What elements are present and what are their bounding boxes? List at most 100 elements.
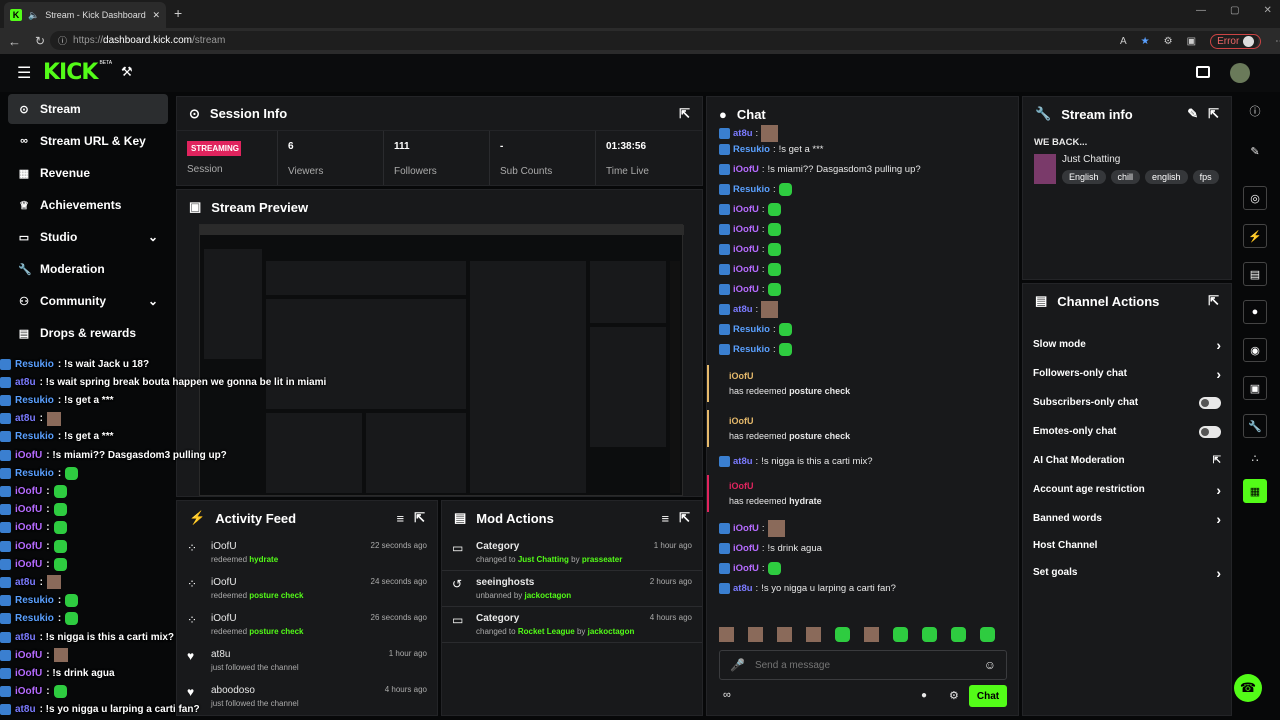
emote-picker-icon[interactable] [980, 627, 995, 642]
rail-clipboard-icon[interactable]: ▤ [1243, 262, 1267, 286]
chat-username[interactable]: Resukio [733, 344, 770, 355]
stream-preview-video[interactable] [199, 224, 684, 496]
emote-picker-icon[interactable] [748, 627, 763, 642]
chat-username[interactable]: at8u [733, 304, 753, 315]
minimize-icon[interactable]: — [1196, 5, 1206, 16]
emote-picker-icon[interactable] [719, 627, 734, 642]
activity-item[interactable]: ♥ at8u 1 hour ago just followed the channel [177, 643, 437, 679]
menu-icon[interactable]: ☰ [17, 63, 31, 83]
stream-tag[interactable]: english [1145, 170, 1188, 184]
external-link-icon[interactable]: ⇱ [1213, 455, 1221, 466]
read-aloud-icon[interactable]: A [1120, 36, 1127, 47]
sidebar-item-revenue[interactable]: ▦ Revenue [8, 158, 168, 188]
channel-action-emotes-only-chat[interactable]: Emotes-only chat [1023, 417, 1231, 446]
channel-action-banned-words[interactable]: Banned words › [1023, 504, 1231, 533]
mod-action-moderator[interactable]: prasseater [582, 555, 622, 564]
chat-username[interactable]: iOofU [733, 523, 759, 534]
chat-username[interactable]: iOofU [733, 563, 759, 574]
chat-username[interactable]: Resukio [733, 144, 770, 155]
channel-action-subscribers-only-chat[interactable]: Subscribers-only chat [1023, 388, 1231, 417]
activity-user[interactable]: iOofU [211, 541, 237, 552]
more-menu-icon[interactable]: ⋯ [1275, 36, 1280, 47]
profile-error-button[interactable]: Error [1210, 34, 1262, 49]
stream-tag[interactable]: chill [1110, 170, 1141, 184]
mod-action-item[interactable]: ↺ seeinghosts 2 hours ago unbanned by jacko… [442, 571, 702, 607]
stream-tag[interactable]: fps [1192, 170, 1219, 184]
chevron-down-icon[interactable]: ⌄ [148, 294, 158, 308]
tools-icon[interactable]: ⚒ [121, 64, 133, 80]
emote-picker-icon[interactable] [951, 627, 966, 642]
emote-picker-icon[interactable] [835, 627, 850, 642]
mod-action-moderator[interactable]: jackoctagon [525, 591, 572, 600]
channel-action-account-age-restriction[interactable]: Account age restriction › [1023, 475, 1231, 504]
rail-rewards-icon[interactable]: ∴ [1252, 452, 1259, 465]
activity-item[interactable]: ♥ aboodoso 4 hours ago just followed the ch… [177, 679, 437, 715]
activity-item[interactable]: ⁘ iOofU 22 seconds ago redeemed hydrate [177, 535, 437, 571]
rail-video-icon[interactable]: ▦ [1243, 479, 1267, 503]
extensions-icon[interactable]: ⚙ [1164, 36, 1173, 47]
refresh-icon[interactable]: ↻ [35, 34, 45, 48]
activity-user[interactable]: aboodoso [211, 685, 255, 696]
redeem-user[interactable]: iOofU [729, 481, 1009, 491]
channel-action-ai-chat-moderation[interactable]: AI Chat Moderation ⇱ [1023, 446, 1231, 475]
browser-tab[interactable]: K 🔈 Stream - Kick Dashboard ✕ [4, 2, 166, 28]
sidebar-item-drops-rewards[interactable]: ▤ Drops & rewards [8, 318, 168, 348]
speaker-icon[interactable]: 🔈 [28, 10, 39, 21]
help-support-icon[interactable]: ☎ [1234, 674, 1262, 702]
chat-username[interactable]: at8u [733, 456, 753, 467]
maximize-icon[interactable]: ▢ [1230, 5, 1239, 16]
chat-username[interactable]: Resukio [733, 324, 770, 335]
chat-username[interactable]: at8u [733, 128, 753, 139]
close-tab-icon[interactable]: ✕ [152, 10, 160, 21]
favorite-star-icon[interactable]: ★ [1141, 36, 1150, 47]
activity-user[interactable]: at8u [211, 649, 230, 660]
address-bar[interactable]: ⓘ https://dashboard.kick.com/stream [50, 31, 1258, 50]
rail-target-icon[interactable]: ◎ [1243, 186, 1267, 210]
toggle-switch[interactable] [1199, 396, 1221, 409]
popout-icon[interactable]: ⇱ [414, 510, 425, 526]
mod-action-item[interactable]: ▭ Category 4 hours ago changed to Rocket Le… [442, 607, 702, 643]
popout-icon[interactable]: ⇱ [679, 106, 690, 122]
camera-icon[interactable] [1196, 66, 1210, 78]
channel-action-slow-mode[interactable]: Slow mode › [1023, 330, 1231, 359]
emote-picker-icon[interactable] [864, 627, 879, 642]
channel-action-host-channel[interactable]: Host Channel [1023, 533, 1231, 558]
activity-item[interactable]: ⁘ iOofU 24 seconds ago redeemed posture che… [177, 571, 437, 607]
popout-icon[interactable]: ⇱ [1208, 106, 1219, 122]
site-info-icon[interactable]: ⓘ [58, 34, 67, 47]
send-chat-button[interactable]: Chat [969, 685, 1007, 707]
redeem-user[interactable]: iOofU [729, 416, 1009, 426]
chat-input[interactable] [754, 659, 974, 671]
close-window-icon[interactable]: ✕ [1263, 5, 1271, 16]
emote-picker-icon[interactable] [806, 627, 821, 642]
popout-icon[interactable]: ⇱ [679, 510, 690, 526]
rewards-icon[interactable]: ∞ [723, 689, 731, 701]
activity-item[interactable]: ⁘ iOofU 26 seconds ago redeemed posture che… [177, 607, 437, 643]
chat-username[interactable]: iOofU [733, 543, 759, 554]
popout-icon[interactable]: ⇱ [1208, 293, 1219, 309]
mod-action-moderator[interactable]: jackoctagon [588, 627, 635, 636]
emoji-icon[interactable]: ☺ [984, 658, 996, 672]
redeem-user[interactable]: iOofU [729, 371, 1009, 381]
sidebar-item-community[interactable]: ⚇ Community ⌄ [8, 286, 168, 316]
collections-icon[interactable]: ▣ [1187, 36, 1196, 47]
info-icon[interactable]: ⓘ [1250, 103, 1261, 119]
chat-username[interactable]: iOofU [733, 204, 759, 215]
chat-username[interactable]: iOofU [733, 264, 759, 275]
rail-broadcast-icon[interactable]: ◉ [1243, 338, 1267, 362]
edit-icon[interactable]: ✎ [1250, 145, 1259, 158]
emote-picker-icon[interactable] [922, 627, 937, 642]
rail-channel-icon[interactable]: ▣ [1243, 376, 1267, 400]
settings-gear-icon[interactable]: ⚙ [949, 689, 959, 702]
chat-username[interactable]: iOofU [733, 164, 759, 175]
sidebar-item-stream[interactable]: ⊙ Stream [8, 94, 168, 124]
kick-logo[interactable]: KICK BETA [43, 60, 112, 85]
chat-bubble-settings-icon[interactable]: ● [921, 690, 927, 701]
chat-input-box[interactable]: 🎤 ☺ [719, 650, 1007, 680]
activity-user[interactable]: iOofU [211, 613, 237, 624]
filter-icon[interactable]: ≡ [397, 511, 405, 526]
sidebar-item-moderation[interactable]: 🔧 Moderation [8, 254, 168, 284]
toggle-switch[interactable] [1199, 425, 1221, 438]
new-tab-icon[interactable]: + [174, 5, 182, 21]
rail-lightning-icon[interactable]: ⚡ [1243, 224, 1267, 248]
